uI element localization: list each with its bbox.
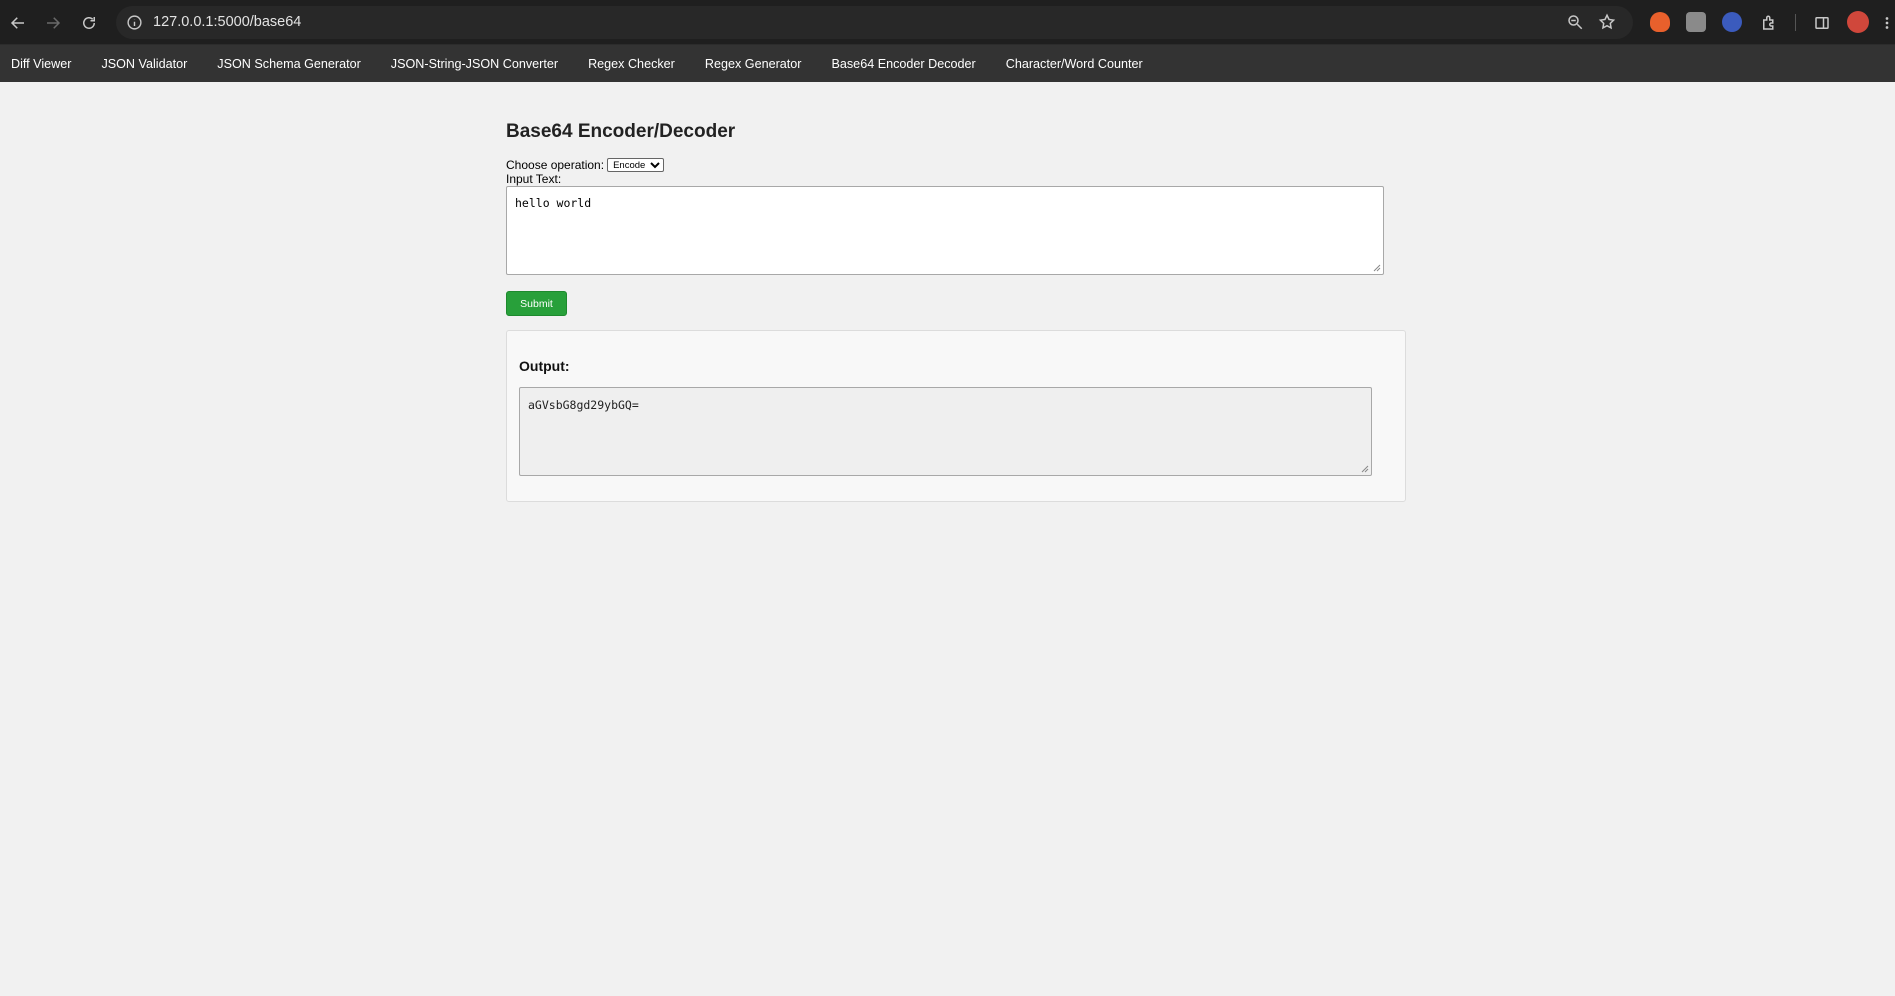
- profile-avatar-icon[interactable]: [1847, 11, 1869, 33]
- output-text: aGVsbG8gd29ybGQ=: [528, 398, 639, 412]
- extensions-puzzle-icon[interactable]: [1757, 11, 1781, 35]
- site-info-icon[interactable]: [126, 14, 143, 31]
- extension-edit-icon[interactable]: [1686, 12, 1706, 32]
- output-textarea[interactable]: aGVsbG8gd29ybGQ=: [519, 387, 1372, 476]
- side-panel-icon[interactable]: [1810, 11, 1834, 35]
- browser-toolbar: 127.0.0.1:5000/base64: [0, 0, 1895, 45]
- submit-button[interactable]: Submit: [506, 291, 567, 316]
- nav-character-word-counter[interactable]: Character/Word Counter: [995, 57, 1154, 71]
- language-flag-icon[interactable]: [1722, 12, 1742, 32]
- operation-row: Choose operation: Encode: [506, 158, 665, 172]
- input-label: Input Text:: [506, 172, 562, 186]
- brave-shield-icon[interactable]: [1650, 12, 1670, 32]
- input-text: hello world: [515, 196, 592, 210]
- output-panel: Output: aGVsbG8gd29ybGQ=: [506, 330, 1406, 502]
- nav-diff-viewer[interactable]: Diff Viewer: [0, 57, 82, 71]
- nav-regex-checker[interactable]: Regex Checker: [577, 57, 686, 71]
- resize-grip-icon[interactable]: [1373, 264, 1381, 272]
- input-textarea[interactable]: hello world: [506, 186, 1384, 275]
- operation-select[interactable]: Encode: [607, 158, 665, 172]
- site-navigation: Diff Viewer JSON Validator JSON Schema G…: [0, 45, 1895, 82]
- nav-regex-generator[interactable]: Regex Generator: [694, 57, 813, 71]
- toolbar-divider: [1795, 14, 1796, 31]
- page-title: Base64 Encoder/Decoder: [506, 121, 736, 142]
- back-icon[interactable]: [6, 11, 30, 35]
- output-title: Output:: [519, 358, 570, 374]
- reload-icon[interactable]: [77, 11, 101, 35]
- bookmark-star-icon[interactable]: [1598, 13, 1616, 36]
- url-text: 127.0.0.1:5000/base64: [153, 14, 302, 30]
- nav-base64-encoder-decoder[interactable]: Base64 Encoder Decoder: [820, 57, 986, 71]
- operation-label: Choose operation:: [506, 158, 605, 172]
- resize-grip-icon[interactable]: [1361, 465, 1369, 473]
- nav-json-validator[interactable]: JSON Validator: [90, 57, 198, 71]
- zoom-icon[interactable]: [1566, 13, 1584, 36]
- forward-icon[interactable]: [41, 11, 65, 35]
- nav-json-string-json-converter[interactable]: JSON-String-JSON Converter: [380, 57, 569, 71]
- address-bar[interactable]: 127.0.0.1:5000/base64: [116, 6, 1633, 39]
- nav-json-schema-generator[interactable]: JSON Schema Generator: [206, 57, 372, 71]
- menu-kebab-icon[interactable]: [1880, 11, 1894, 35]
